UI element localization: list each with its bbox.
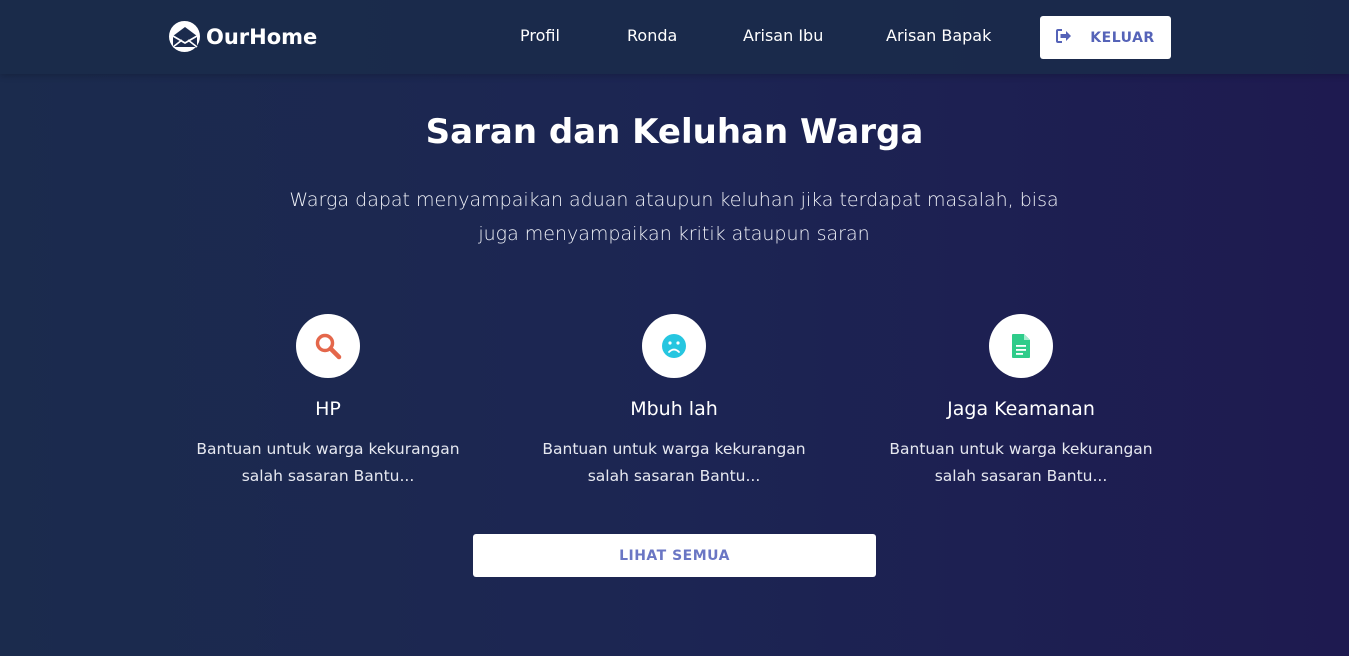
brand-name: OurHome (206, 24, 318, 49)
see-all-button[interactable]: LIHAT SEMUA (473, 534, 876, 577)
card-mbuh-lah[interactable]: Mbuh lah Bantuan untuk warga kekurangan … (519, 314, 829, 490)
card-description: Bantuan untuk warga kekurangan salah sas… (542, 440, 806, 485)
sad-face-icon (642, 314, 706, 378)
see-all-label: LIHAT SEMUA (619, 547, 730, 564)
logout-label: KELUAR (1090, 29, 1155, 46)
nav-link-arisan-ibu[interactable]: Arisan Ibu (743, 26, 823, 45)
house-envelope-icon (169, 21, 200, 52)
card-description: Bantuan untuk warga kekurangan salah sas… (196, 440, 460, 485)
card-description: Bantuan untuk warga kekurangan salah sas… (889, 440, 1153, 485)
card-hp[interactable]: HP Bantuan untuk warga kekurangan salah … (173, 314, 483, 490)
card-title: HP (315, 398, 341, 420)
search-icon (296, 314, 360, 378)
card-jaga-keamanan[interactable]: Jaga Keamanan Bantuan untuk warga kekura… (866, 314, 1176, 490)
card-title: Mbuh lah (630, 398, 718, 420)
document-icon (989, 314, 1053, 378)
page-title: Saran dan Keluhan Warga (425, 112, 924, 152)
brand[interactable]: OurHome (169, 21, 317, 52)
nav-link-ronda[interactable]: Ronda (627, 26, 677, 45)
navbar: OurHome Profil Ronda Arisan Ibu Arisan B… (0, 0, 1349, 74)
card-title: Jaga Keamanan (947, 398, 1095, 420)
nav-link-profil[interactable]: Profil (520, 26, 560, 45)
sign-out-icon (1056, 28, 1072, 47)
logout-button[interactable]: KELUAR (1040, 16, 1171, 59)
page-subtitle: Warga dapat menyampaikan aduan ataupun k… (289, 189, 1059, 245)
nav-link-arisan-bapak[interactable]: Arisan Bapak (886, 26, 991, 45)
